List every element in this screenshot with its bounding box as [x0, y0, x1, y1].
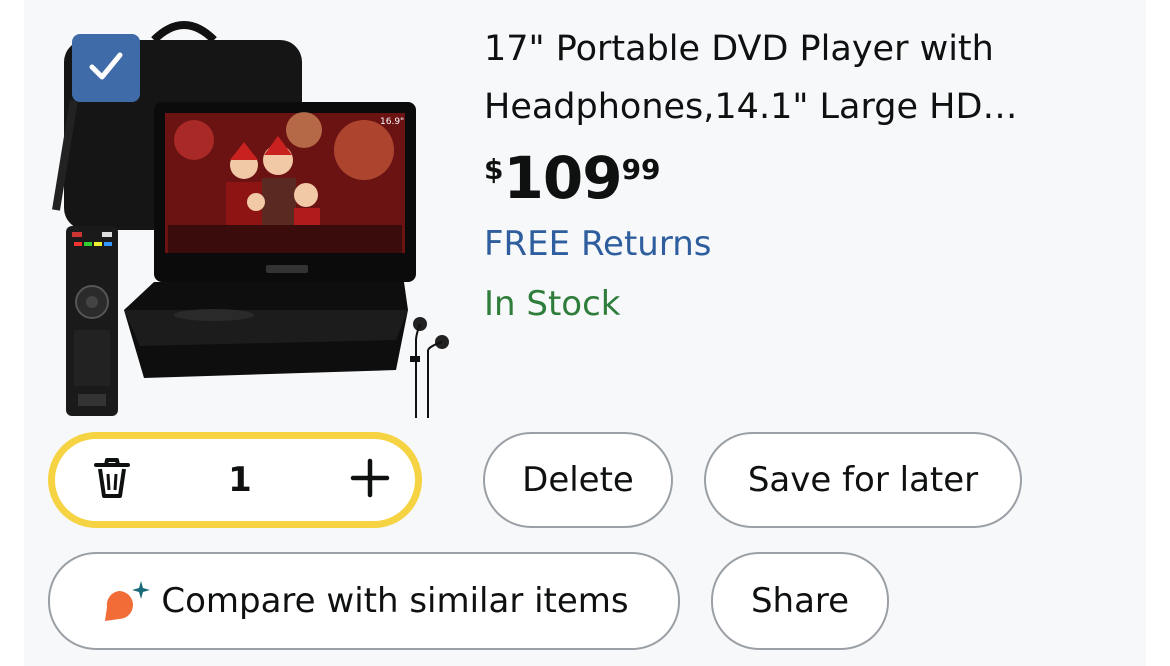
- price-currency-symbol: $: [484, 153, 504, 186]
- screen-size-badge: 16.9": [380, 117, 404, 127]
- trash-icon: [92, 456, 132, 504]
- save-for-later-button[interactable]: Save for later: [704, 432, 1022, 528]
- increment-button[interactable]: [325, 439, 415, 521]
- quantity-value: 1: [228, 460, 252, 500]
- share-button[interactable]: Share: [711, 552, 889, 650]
- price-whole: 109: [503, 144, 622, 212]
- product-price: $ 109 99: [484, 146, 661, 210]
- compare-label: Compare with similar items: [161, 581, 629, 621]
- free-returns-link[interactable]: FREE Returns: [484, 222, 712, 266]
- plus-icon: [350, 458, 390, 502]
- product-title[interactable]: 17" Portable DVD Player with Headphones,…: [484, 20, 1124, 136]
- quantity-stepper: 1: [48, 432, 422, 528]
- price-fraction: 99: [621, 153, 661, 186]
- compare-similar-button[interactable]: Compare with similar items: [48, 552, 680, 650]
- delete-button[interactable]: Delete: [483, 432, 673, 528]
- checkmark-icon: [86, 46, 126, 90]
- decrement-button[interactable]: [67, 439, 157, 521]
- item-select-checkbox[interactable]: [72, 34, 140, 102]
- stock-status: In Stock: [484, 284, 621, 324]
- sparkle-bubble-icon: [99, 577, 155, 625]
